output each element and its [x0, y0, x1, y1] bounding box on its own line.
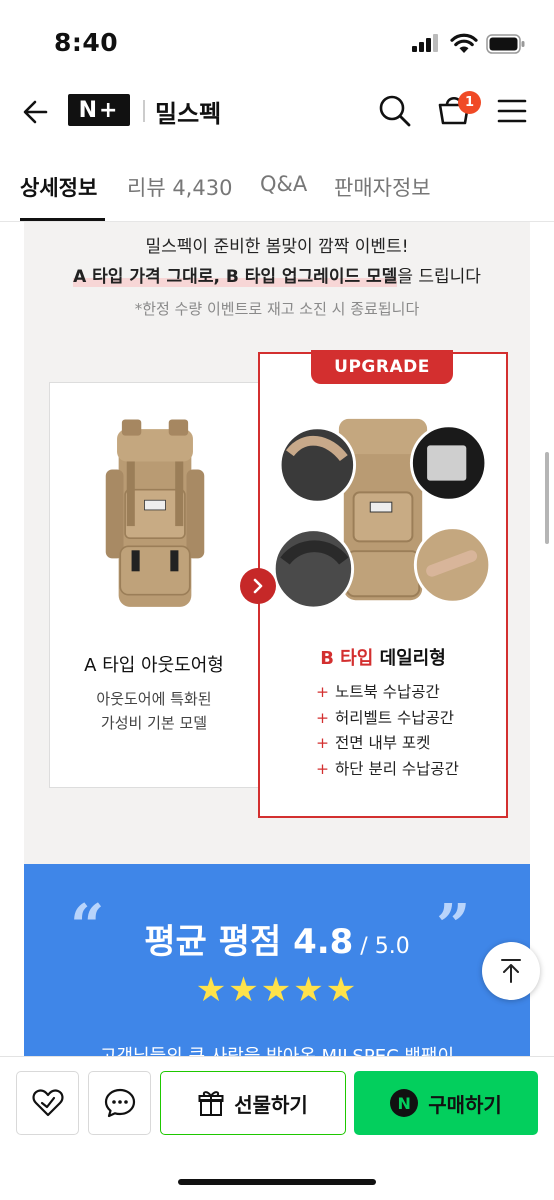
feature-item: + 노트북 수납공간	[316, 683, 440, 701]
type-a-desc-line2: 가성비 기본 모델	[100, 714, 208, 732]
rating-stars: ★★★★★	[195, 970, 359, 1010]
type-b-feature-list: + 노트북 수납공간 + 허리벨트 수납공간 + 전면 내부 포켓 + 하단 분리 수납…	[316, 680, 459, 782]
feature-item: + 하단 분리 수납공간	[316, 759, 459, 778]
tab-seller-info[interactable]: 판매자정보	[334, 172, 431, 202]
promo-notice: *한정 수량 이벤트로 재고 소진 시 종료됩니다	[134, 300, 420, 318]
active-tab-indicator	[20, 218, 105, 221]
promo-highlight: A 타입 가격 그대로, B 타입 업그레이드 모델	[73, 267, 398, 287]
promo-headline: 밀스펙이 준비한 봄맞이 깜짝 이벤트!	[145, 237, 409, 257]
battery-icon	[486, 34, 525, 54]
type-b-title-rest: 데일리형	[373, 648, 446, 669]
chat-button[interactable]	[88, 1071, 151, 1135]
average-rating: 평균 평점 4.8 / 5.0	[144, 922, 410, 962]
cellular-signal-icon	[412, 34, 442, 52]
type-b-title: B 타입 데일리형	[260, 644, 506, 670]
hamburger-menu-icon[interactable]	[496, 96, 528, 126]
type-a-card: A 타입 아웃도어형 아웃도어에 특화된 가성비 기본 모델	[49, 382, 259, 788]
bottom-action-bar: 선물하기 N 구매하기	[0, 1056, 554, 1200]
cart-count-badge: 1	[458, 91, 481, 114]
home-indicator	[178, 1179, 376, 1185]
scroll-to-top-button[interactable]	[482, 942, 540, 1000]
product-detail-content: 밀스펙이 준비한 봄맞이 깜짝 이벤트! A 타입 가격 그대로, B 타입 업…	[24, 222, 530, 1062]
buy-label: 구매하기	[428, 1092, 502, 1117]
status-bar: 8:40	[0, 0, 554, 80]
feature-item: + 전면 내부 포켓	[316, 734, 431, 752]
arrow-up-icon	[501, 959, 521, 983]
wifi-icon	[450, 33, 478, 53]
type-a-desc-line1: 아웃도어에 특화된	[96, 690, 212, 708]
tab-qna[interactable]: Q&A	[260, 172, 307, 196]
rating-panel: “ ” 평균 평점 4.8 / 5.0 ★★★★★ 고객님들의 큰 사랑을 받아…	[24, 864, 530, 1062]
type-b-title-type: B 타입	[320, 648, 374, 669]
gift-button[interactable]: 선물하기	[160, 1071, 346, 1135]
naver-plus-logo[interactable]: N+	[68, 94, 130, 126]
store-name[interactable]: 밀스펙	[155, 94, 221, 129]
chevron-right-icon	[240, 568, 276, 604]
gift-box-icon	[198, 1091, 224, 1116]
type-a-backpack-image	[105, 419, 205, 607]
search-icon[interactable]	[376, 92, 414, 130]
type-b-card: B 타입 데일리형 + 노트북 수납공간 + 허리벨트 수납공간 + 전면 내부 포켓…	[258, 352, 508, 818]
gift-label: 선물하기	[234, 1092, 308, 1117]
product-tabs: 상세정보 리뷰 4,430 Q&A 판매자정보	[0, 160, 554, 222]
scrollbar[interactable]	[545, 452, 549, 544]
status-time: 8:40	[54, 28, 119, 57]
type-a-title: A 타입 아웃도어형	[84, 655, 224, 676]
back-arrow-icon[interactable]	[18, 94, 54, 130]
naver-pay-icon: N	[390, 1089, 419, 1117]
header-divider	[143, 100, 145, 122]
buy-button[interactable]: N 구매하기	[354, 1071, 538, 1135]
promo-text: 밀스펙이 준비한 봄맞이 깜짝 이벤트! A 타입 가격 그대로, B 타입 업…	[24, 232, 530, 324]
tab-reviews[interactable]: 리뷰 4,430	[127, 172, 232, 202]
feature-item: + 허리벨트 수납공간	[316, 708, 455, 727]
chat-bubble-icon	[104, 1088, 135, 1118]
tab-details[interactable]: 상세정보	[20, 172, 97, 202]
promo-subline: A 타입 가격 그대로, B 타입 업그레이드 모델을 드립니다	[24, 262, 530, 292]
wishlist-button[interactable]	[16, 1071, 79, 1135]
type-b-backpack-image	[272, 418, 492, 610]
upgrade-tag: UPGRADE	[311, 350, 453, 384]
heart-check-icon	[31, 1089, 64, 1117]
promo-subline-tail: 을 드립니다	[397, 267, 481, 287]
